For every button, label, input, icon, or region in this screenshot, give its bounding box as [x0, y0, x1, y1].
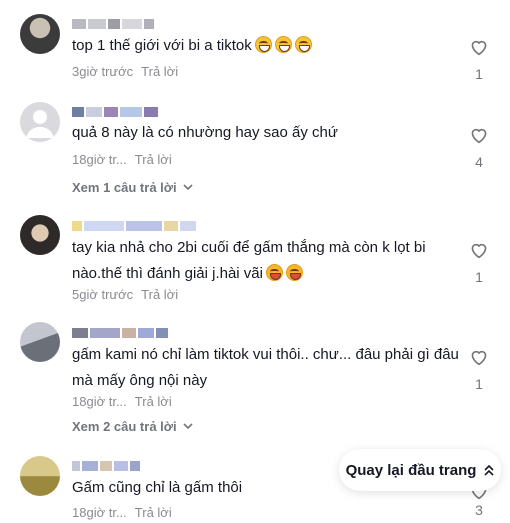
double-chevron-up-icon [484, 464, 495, 476]
heart-icon [471, 40, 487, 56]
default-user-icon [26, 110, 54, 138]
view-replies-label: Xem 1 câu trả lời [72, 180, 177, 195]
back-to-top-label: Quay lại đầu trang [345, 461, 477, 479]
like-button[interactable]: 4 [466, 126, 492, 170]
username-redacted[interactable] [72, 17, 154, 31]
timestamp: 5giờ trước [72, 287, 134, 302]
like-button[interactable]: 1 [466, 38, 492, 82]
like-count: 1 [475, 376, 483, 392]
avatar[interactable] [20, 102, 60, 142]
comment-meta: 3giờ trước Trả lời [72, 64, 178, 79]
like-count: 4 [475, 154, 483, 170]
chevron-down-icon [183, 184, 193, 191]
chevron-down-icon [183, 423, 193, 430]
timestamp: 18giờ tr... [72, 394, 127, 409]
grin-icon [274, 36, 292, 53]
comment-meta: 5giờ trước Trả lời [72, 287, 178, 302]
comment-text: quả 8 này là có nhường hay sao ấy chứ [72, 124, 338, 141]
comment-meta: 18giờ tr... Trả lời [72, 394, 172, 409]
timestamp: 3giờ trước [72, 64, 134, 79]
username-redacted[interactable] [72, 459, 140, 473]
laugh-cry-icon [285, 264, 303, 281]
heart-icon [471, 128, 487, 144]
back-to-top-button[interactable]: Quay lại đầu trang [339, 449, 501, 491]
grin-icon [254, 36, 272, 53]
reply-button[interactable]: Trả lời [135, 394, 172, 409]
view-replies-label: Xem 2 câu trả lời [72, 419, 177, 434]
comment-meta: 18giờ tr... Trả lời [72, 505, 172, 520]
avatar[interactable] [20, 215, 60, 255]
view-replies-button[interactable]: Xem 1 câu trả lời [72, 180, 193, 195]
like-button[interactable]: 1 [466, 241, 492, 285]
like-button[interactable]: 1 [466, 348, 492, 392]
username-redacted[interactable] [72, 326, 168, 340]
avatar[interactable] [20, 14, 60, 54]
reply-button[interactable]: Trả lời [141, 287, 178, 302]
comment-text: gấm kami nó chỉ làm tiktok vui thôi.. ch… [72, 346, 459, 389]
grin-icon [294, 36, 312, 53]
avatar[interactable] [20, 322, 60, 362]
timestamp: 18giờ tr... [72, 152, 127, 167]
username-redacted[interactable] [72, 219, 196, 233]
heart-icon [471, 350, 487, 366]
reply-button[interactable]: Trả lời [135, 152, 172, 167]
reply-button[interactable]: Trả lời [135, 505, 172, 520]
comment-meta: 18giờ tr... Trả lời [72, 152, 172, 167]
view-replies-button[interactable]: Xem 2 câu trả lời [72, 419, 193, 434]
heart-icon [471, 243, 487, 259]
comment-text: top 1 thế giới với bi a tiktok [72, 33, 462, 59]
like-count: 3 [475, 502, 483, 518]
comment-text: tay kia nhả cho 2bi cuối để gấm thắng mà… [72, 239, 426, 282]
reply-button[interactable]: Trả lời [141, 64, 178, 79]
username-redacted[interactable] [72, 105, 158, 119]
laugh-cry-icon [265, 264, 283, 281]
like-count: 1 [475, 66, 483, 82]
like-count: 1 [475, 269, 483, 285]
avatar[interactable] [20, 456, 60, 496]
timestamp: 18giờ tr... [72, 505, 127, 520]
